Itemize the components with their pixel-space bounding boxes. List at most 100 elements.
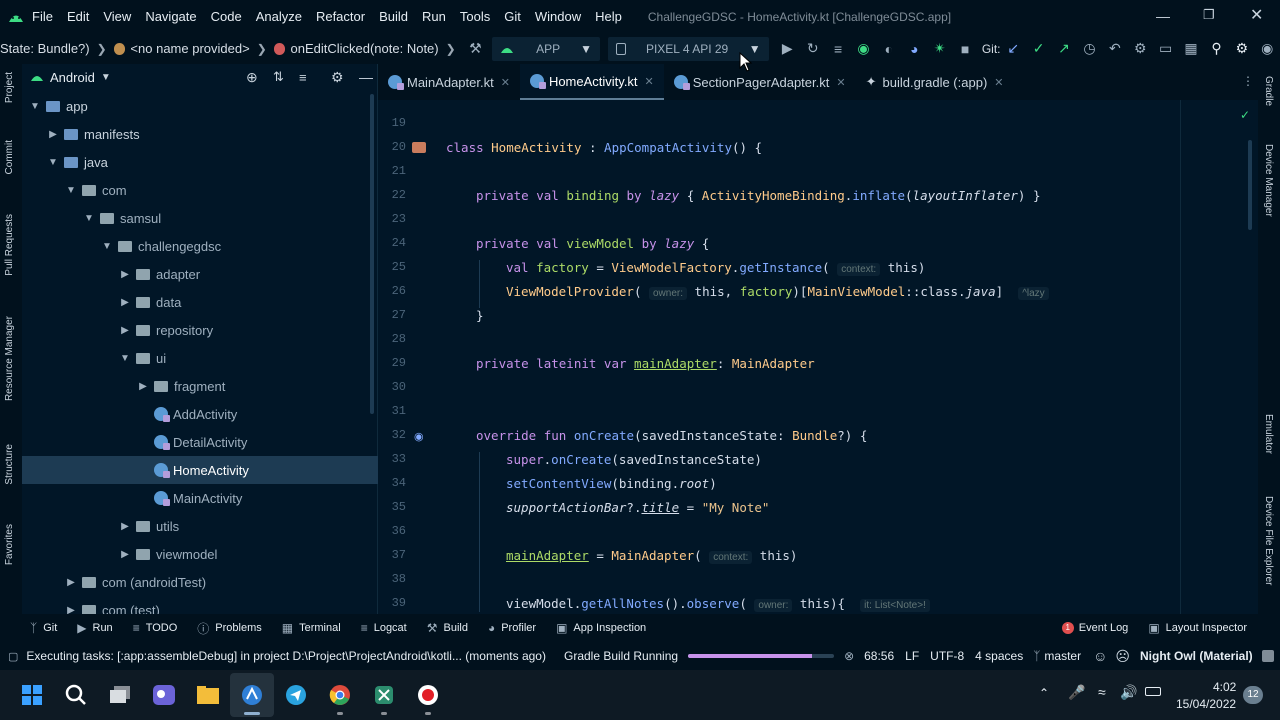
close-tab-icon[interactable]: ✕ — [994, 76, 1003, 89]
chevron-right-icon[interactable]: ▶ — [118, 549, 132, 560]
tab-homeactivity[interactable]: HomeActivity.kt ✕ — [519, 64, 664, 100]
tool-resource-manager[interactable]: Resource Manager — [4, 316, 15, 401]
chevron-right-icon[interactable]: ▶ — [64, 577, 78, 588]
code-line-33[interactable]: super.onCreate(savedInstanceState) — [506, 452, 762, 467]
volume-icon[interactable]: 🔊 — [1120, 684, 1137, 701]
tool-project[interactable]: Project — [4, 72, 15, 103]
search-icon[interactable]: ⚲ — [1204, 40, 1229, 57]
breadcrumb-function[interactable]: onEditClicked(note: Note) — [290, 41, 438, 56]
tool-gradle[interactable]: Gradle — [1263, 76, 1274, 106]
tree-item[interactable]: ▶ data — [22, 288, 378, 316]
telegram-icon[interactable] — [274, 673, 318, 717]
tree-item[interactable]: ▶ adapter — [22, 260, 378, 288]
chevron-right-icon[interactable]: ▶ — [118, 325, 132, 336]
code-line-37[interactable]: mainAdapter = MainAdapter( context: this… — [506, 548, 797, 564]
tool-app-inspection[interactable]: ▣ App Inspection — [556, 621, 646, 635]
menu-window[interactable]: Window — [535, 9, 581, 24]
indent-setting[interactable]: 4 spaces — [975, 649, 1023, 663]
theme-name[interactable]: Night Owl (Material) — [1140, 649, 1253, 663]
tree-item[interactable]: ▼ challengegdsc — [22, 232, 378, 260]
chevron-down-icon[interactable]: ▼ — [46, 157, 60, 168]
minimize-icon[interactable]: — — [1156, 8, 1170, 24]
menu-edit[interactable]: Edit — [67, 9, 89, 24]
tab-sectionpageradapter[interactable]: SectionPagerAdapter.kt ✕ — [664, 64, 856, 100]
tree-item[interactable]: ▶ fragment — [22, 372, 378, 400]
caret-down-icon[interactable]: ▼ — [101, 72, 111, 83]
close-tab-icon[interactable]: ✕ — [836, 76, 845, 89]
tool-pull-requests[interactable]: Pull Requests — [4, 214, 15, 276]
chrome-icon[interactable] — [318, 673, 362, 717]
run-config-select[interactable]: APP ▼ — [492, 36, 600, 61]
code-editor[interactable]: 19 20 21 22 23 24 25 26 27 28 29 30 31 32 33 34 35 36 37 38… — [378, 100, 1258, 614]
tool-run[interactable]: ▶ Run — [77, 621, 112, 635]
profile-icon[interactable]: ◕ — [902, 41, 927, 57]
tab-mainadapter[interactable]: MainAdapter.kt ✕ — [378, 64, 520, 100]
tree-item[interactable]: ▶ utils — [22, 512, 378, 540]
close-tab-icon[interactable]: ✕ — [501, 76, 510, 89]
debug-icon[interactable]: ◉ — [851, 40, 876, 57]
tree-item[interactable]: ▼ app — [22, 92, 378, 120]
chevron-right-icon[interactable]: ▶ — [136, 381, 150, 392]
recorder-icon[interactable] — [406, 673, 450, 717]
tool-event-log[interactable]: 1 Event Log — [1061, 622, 1128, 634]
history-icon[interactable]: ◷ — [1077, 40, 1102, 57]
tree-item[interactable]: ▼ java — [22, 148, 378, 176]
code-line-35[interactable]: supportActionBar?.title = "My Note" — [506, 500, 769, 515]
tree-item[interactable]: ▼ ui — [22, 344, 378, 372]
tree-item[interactable]: DetailActivity — [22, 428, 378, 456]
more-tabs-icon[interactable]: ⋮ — [1242, 74, 1254, 88]
breadcrumb-params[interactable]: State: Bundle?) — [0, 41, 90, 56]
tool-emulator[interactable]: Emulator — [1263, 414, 1274, 454]
microphone-icon[interactable]: 🎤 — [1068, 684, 1085, 701]
tool-build[interactable]: ⚒ Build — [427, 621, 468, 635]
tool-commit[interactable]: Commit — [4, 140, 15, 174]
chevron-down-icon[interactable]: ▼ — [64, 185, 78, 196]
close-icon[interactable]: ✕ — [1250, 5, 1263, 25]
git-push-icon[interactable]: ↗ — [1051, 40, 1076, 57]
menu-git[interactable]: Git — [504, 9, 521, 24]
device-manager-icon[interactable]: ▭ — [1153, 40, 1178, 57]
code-line-39[interactable]: viewModel.getAllNotes().observe( owner: … — [506, 596, 930, 612]
tool-structure[interactable]: Structure — [4, 444, 15, 485]
start-icon[interactable] — [10, 673, 54, 717]
menu-analyze[interactable]: Analyze — [256, 9, 302, 24]
tree-item[interactable]: ▼ com — [22, 176, 378, 204]
cancel-build-icon[interactable]: ⊗ — [844, 649, 854, 663]
tool-layout-inspector[interactable]: ▣ Layout Inspector — [1148, 621, 1247, 635]
notification-count-badge[interactable]: 12 — [1243, 686, 1263, 704]
menu-tools[interactable]: Tools — [460, 9, 490, 24]
menu-help[interactable]: Help — [595, 9, 622, 24]
hide-icon[interactable]: — — [359, 69, 373, 85]
file-explorer-icon[interactable] — [186, 673, 230, 717]
chat-icon[interactable] — [142, 673, 186, 717]
tool-device-manager[interactable]: Device Manager — [1263, 144, 1274, 217]
chevron-down-icon[interactable]: ▼ — [28, 101, 42, 112]
code-line-34[interactable]: setContentView(binding.root) — [506, 476, 717, 491]
gradle-status[interactable]: Gradle Build Running — [564, 649, 678, 663]
chevron-down-icon[interactable]: ▼ — [100, 241, 114, 252]
tool-device-file-explorer[interactable]: Device File Explorer — [1263, 496, 1274, 585]
notification-icon[interactable] — [1261, 650, 1274, 662]
code-line-22[interactable]: private val binding by lazy { ActivityHo… — [476, 188, 1040, 203]
caret-position[interactable]: 68:56 — [864, 649, 894, 663]
search-icon[interactable] — [54, 673, 98, 717]
close-tab-icon[interactable]: ✕ — [645, 75, 654, 88]
sdk-manager-icon[interactable]: ▦ — [1178, 40, 1203, 57]
code-line-29[interactable]: private lateinit var mainAdapter: MainAd… — [476, 356, 815, 371]
chevron-down-icon[interactable]: ▼ — [118, 353, 132, 364]
tool-windows-toggle-icon[interactable]: ▢ — [8, 650, 18, 663]
tool-git[interactable]: ᛉ Git — [30, 621, 57, 635]
clock-date[interactable]: 15/04/2022 — [1176, 697, 1236, 711]
tool-problems[interactable]: ⓘ Problems — [197, 620, 261, 637]
git-update-icon[interactable]: ↙ — [1001, 40, 1026, 57]
git-branch[interactable]: master — [1044, 649, 1081, 663]
coverage-icon[interactable]: ◐ — [876, 41, 901, 57]
chevron-right-icon[interactable]: ▶ — [118, 297, 132, 308]
tool-logcat[interactable]: ≡ Logcat — [361, 621, 407, 635]
tree-item[interactable]: ▶ viewmodel — [22, 540, 378, 568]
code-line-32[interactable]: override fun onCreate(savedInstanceState… — [476, 428, 867, 443]
tree-item[interactable]: ▶ com (androidTest) — [22, 568, 378, 596]
menu-code[interactable]: Code — [211, 9, 242, 24]
attach-debugger-icon[interactable]: ✴ — [927, 40, 952, 57]
menu-navigate[interactable]: Navigate — [145, 9, 196, 24]
